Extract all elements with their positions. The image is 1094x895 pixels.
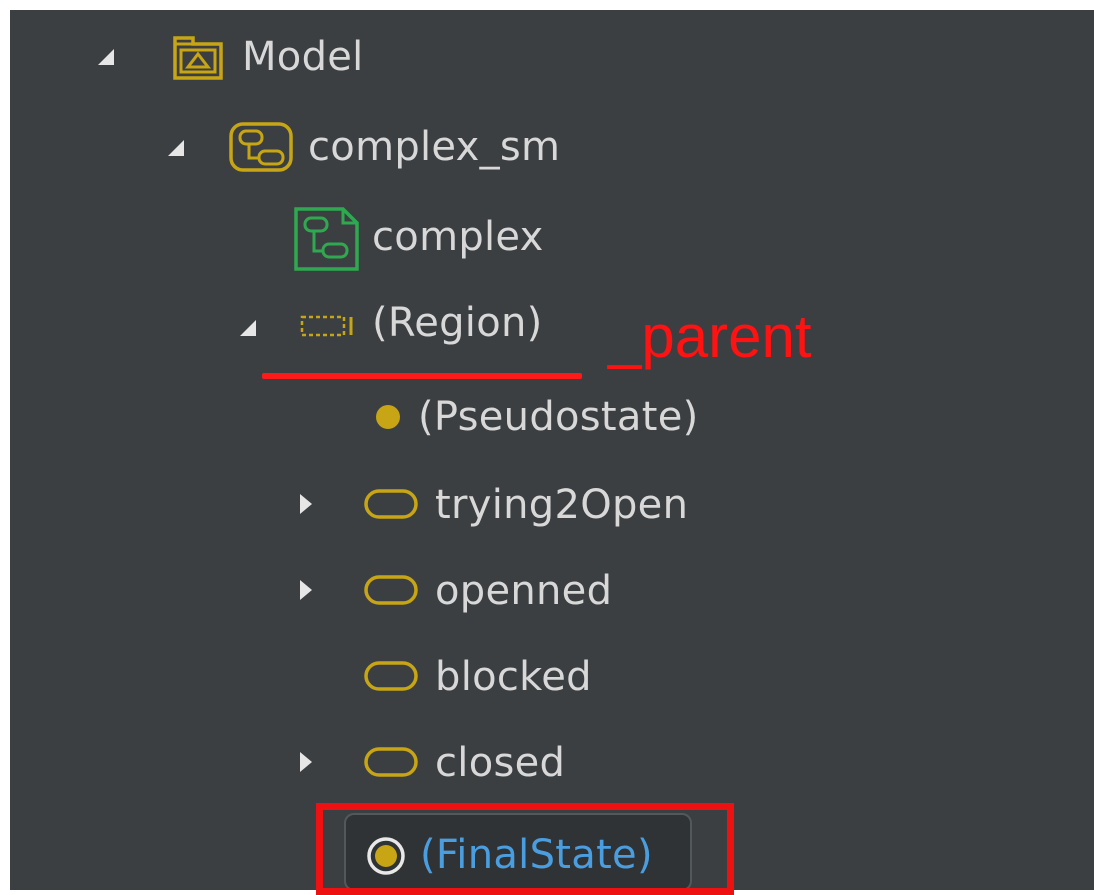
collapsed-triangle-icon[interactable] — [300, 752, 312, 772]
tree-item-label: closed — [435, 740, 566, 786]
tree-item-trying2open[interactable]: trying2Open — [10, 470, 730, 540]
expanded-triangle-icon[interactable] — [98, 49, 114, 65]
expanded-triangle-icon[interactable] — [240, 320, 256, 336]
state-icon — [364, 575, 418, 605]
region-icon — [300, 315, 353, 337]
state-icon — [364, 489, 418, 519]
tree-item-label: (Pseudostate) — [418, 394, 699, 440]
state-icon — [364, 661, 418, 691]
state-machine-icon — [229, 122, 293, 172]
tree-item-region[interactable]: (Region) — [10, 292, 590, 362]
package-icon — [173, 36, 223, 80]
tree-item-closed[interactable]: closed — [10, 728, 690, 798]
tree-item-label: blocked — [435, 654, 592, 700]
annotation-highlight-box — [316, 803, 734, 895]
tree-item-label: trying2Open — [435, 482, 689, 528]
collapsed-triangle-icon[interactable] — [300, 580, 312, 600]
tree-item-label: complex — [372, 214, 544, 260]
state-machine-diagram-icon — [294, 207, 359, 271]
tree-item-blocked[interactable]: blocked — [10, 642, 690, 712]
initial-pseudostate-icon — [376, 405, 400, 429]
tree-item-state-machine[interactable]: complex_sm — [10, 112, 610, 182]
tree-item-pseudostate[interactable]: (Pseudostate) — [10, 382, 750, 452]
tree-item-model[interactable]: Model — [10, 22, 430, 92]
tree-item-label: complex_sm — [308, 124, 561, 170]
model-explorer-tree: Model complex_sm complex (Region) (Pseud… — [0, 0, 1094, 895]
tree-item-label: (Region) — [372, 300, 543, 346]
tree-item-label: Model — [242, 34, 364, 80]
collapsed-triangle-icon[interactable] — [300, 494, 312, 514]
state-icon — [364, 747, 418, 777]
annotation-underline — [262, 373, 582, 379]
tree-item-diagram[interactable]: complex — [10, 202, 610, 272]
expanded-triangle-icon[interactable] — [168, 140, 184, 156]
annotation-label: _parent — [608, 303, 812, 370]
tree-item-label: openned — [435, 568, 613, 614]
tree-item-openned[interactable]: openned — [10, 556, 690, 626]
